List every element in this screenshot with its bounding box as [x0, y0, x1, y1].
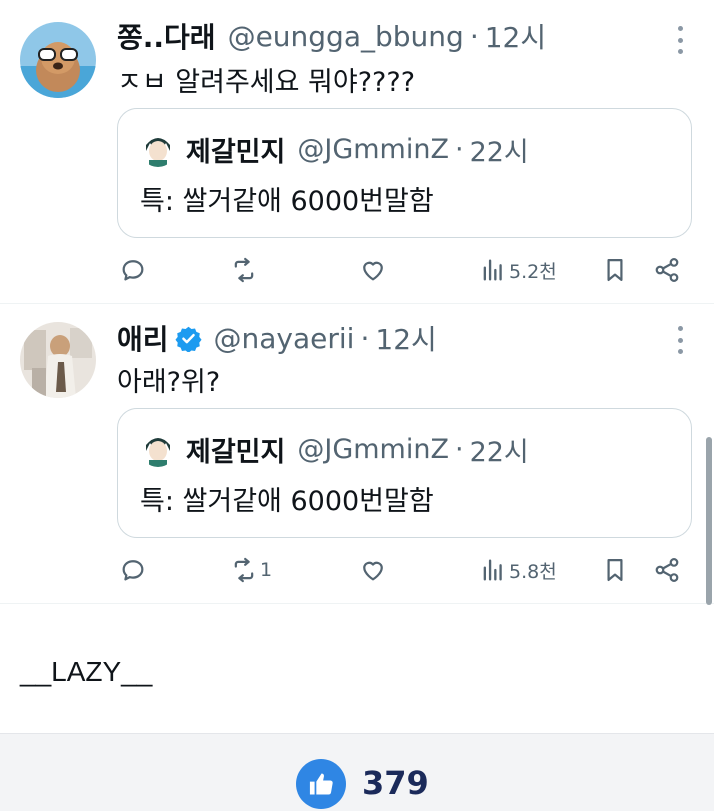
- display-name[interactable]: 쫑..다래: [117, 16, 216, 56]
- quoted-tweet[interactable]: 제갈민지 @JGmminZ · 22시 특: 쌀거같애 6000번말함: [117, 408, 692, 538]
- quoted-display-name: 제갈민지: [186, 136, 286, 168]
- verified-badge-icon: [174, 326, 202, 352]
- timestamp[interactable]: 12시: [375, 318, 436, 358]
- quoted-display-name: 제갈민지: [186, 436, 286, 468]
- quoted-tweet-text: 특: 쌀거같애 6000번말함: [140, 186, 434, 217]
- more-options-icon[interactable]: [676, 326, 684, 354]
- heart-icon: [363, 261, 383, 281]
- reply-button[interactable]: [119, 552, 149, 588]
- bookmark-button[interactable]: [601, 552, 629, 588]
- like-button[interactable]: [359, 552, 389, 588]
- bookmark-icon: [607, 558, 623, 582]
- thumbs-up-icon: [309, 773, 333, 795]
- quoted-avatar: [140, 131, 176, 167]
- heart-icon: [363, 561, 383, 581]
- views-button[interactable]: 5.2천: [479, 252, 557, 288]
- quoted-tweet-text: 특: 쌀거같애 6000번말함: [140, 486, 434, 517]
- quoted-tweet-header: 제갈민지 @JGmminZ · 22시: [140, 429, 529, 469]
- retweet-button[interactable]: [230, 252, 260, 288]
- quoted-timestamp: 22시: [469, 436, 529, 468]
- share-button[interactable]: [653, 252, 681, 288]
- like-total: 379: [362, 764, 429, 802]
- action-bar: 5.2천: [117, 252, 692, 288]
- reply-icon: [122, 260, 144, 281]
- quoted-tweet[interactable]: 제갈민지 @JGmminZ · 22시 특: 쌀거같애 6000번말함: [117, 108, 692, 238]
- quoted-tweet-header: 제갈민지 @JGmminZ · 22시: [140, 129, 529, 169]
- reply-icon: [122, 560, 144, 581]
- bookmark-button[interactable]: [601, 252, 629, 288]
- more-options-icon[interactable]: [676, 26, 684, 54]
- retweet-icon: [234, 257, 254, 283]
- tweet-text: 아래?위?: [117, 367, 221, 398]
- views-chart-icon: [483, 259, 502, 281]
- user-handle[interactable]: @eungga_bbung: [228, 20, 464, 53]
- quoted-timestamp: 22시: [469, 136, 529, 168]
- bookmark-icon: [607, 258, 623, 282]
- thumbs-up-button[interactable]: [296, 759, 346, 809]
- tweet[interactable]: 애리 @nayaerii · 12시 아래?위? 제갈민지 @JGmminZ ·…: [0, 304, 714, 604]
- share-button[interactable]: [653, 552, 681, 588]
- tweet-text: ㅈㅂ 알려주세요 뭐야????: [117, 67, 416, 98]
- views-count: 5.2천: [509, 260, 557, 283]
- retweet-count: 1: [260, 559, 273, 581]
- display-name[interactable]: 애리: [117, 318, 169, 358]
- separator: ·: [360, 321, 370, 355]
- scrollbar[interactable]: [706, 437, 712, 605]
- views-count: 5.8천: [509, 560, 557, 583]
- quoted-user-handle: @JGmminZ: [297, 133, 449, 165]
- user-handle[interactable]: @nayaerii: [214, 322, 355, 355]
- avatar[interactable]: [20, 322, 96, 398]
- separator: ·: [454, 433, 464, 465]
- views-button[interactable]: 5.8천: [479, 552, 557, 588]
- quoted-user-handle: @JGmminZ: [297, 433, 449, 465]
- tweet-header: 쫑..다래 @eungga_bbung · 12시: [117, 16, 546, 56]
- footer-bar: 379: [0, 733, 714, 811]
- share-icon: [655, 258, 679, 282]
- retweet-button[interactable]: 1: [230, 552, 272, 588]
- tweet[interactable]: 쫑..다래 @eungga_bbung · 12시 ㅈㅂ 알려주세요 뭐야???…: [0, 0, 714, 304]
- views-chart-icon: [483, 559, 502, 581]
- timestamp[interactable]: 12시: [485, 16, 546, 56]
- share-icon: [655, 558, 679, 582]
- tweet-header: 애리 @nayaerii · 12시: [117, 318, 437, 358]
- reply-button[interactable]: [119, 252, 149, 288]
- action-bar: 1 5.8천: [117, 552, 692, 588]
- separator: ·: [454, 133, 464, 165]
- caption-text: __LAZY__: [20, 656, 153, 687]
- retweet-icon: [234, 557, 254, 583]
- separator: ·: [469, 19, 479, 53]
- quoted-avatar: [140, 431, 176, 467]
- like-button[interactable]: [359, 252, 389, 288]
- avatar[interactable]: [20, 22, 96, 98]
